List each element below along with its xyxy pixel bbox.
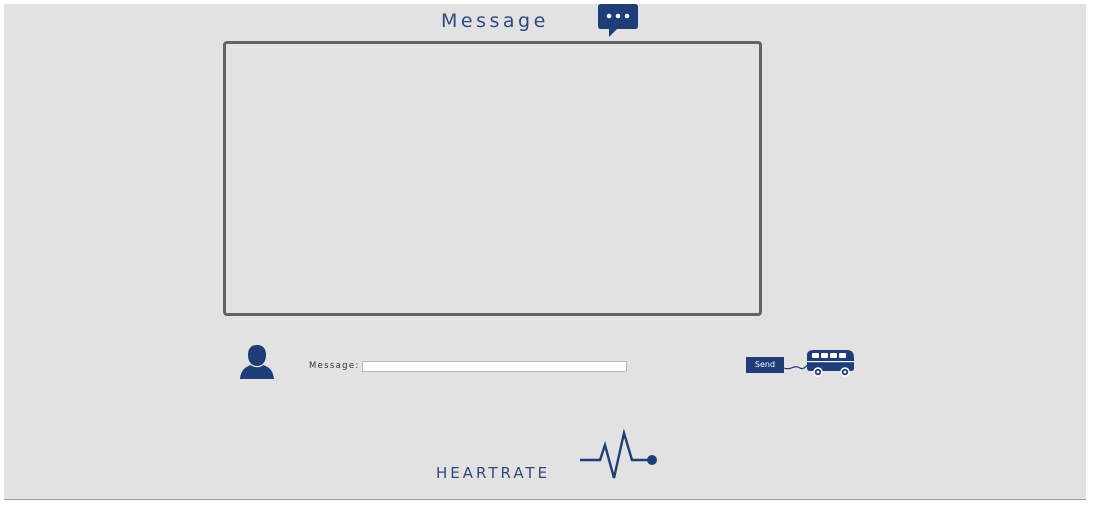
user-avatar-icon (240, 345, 274, 379)
message-display-area[interactable] (223, 41, 762, 316)
message-input[interactable] (362, 361, 627, 372)
message-label: Message: (309, 361, 360, 371)
chat-bubble-icon (598, 4, 638, 37)
heartrate-label: HEARTRATE (436, 464, 551, 482)
page-title: Message (441, 10, 549, 32)
send-button[interactable]: Send (746, 357, 784, 373)
heartbeat-pulse-icon (580, 429, 657, 479)
bus-icon[interactable] (783, 347, 857, 377)
app-canvas: Message Message: Send HEARTRATE (4, 4, 1086, 500)
